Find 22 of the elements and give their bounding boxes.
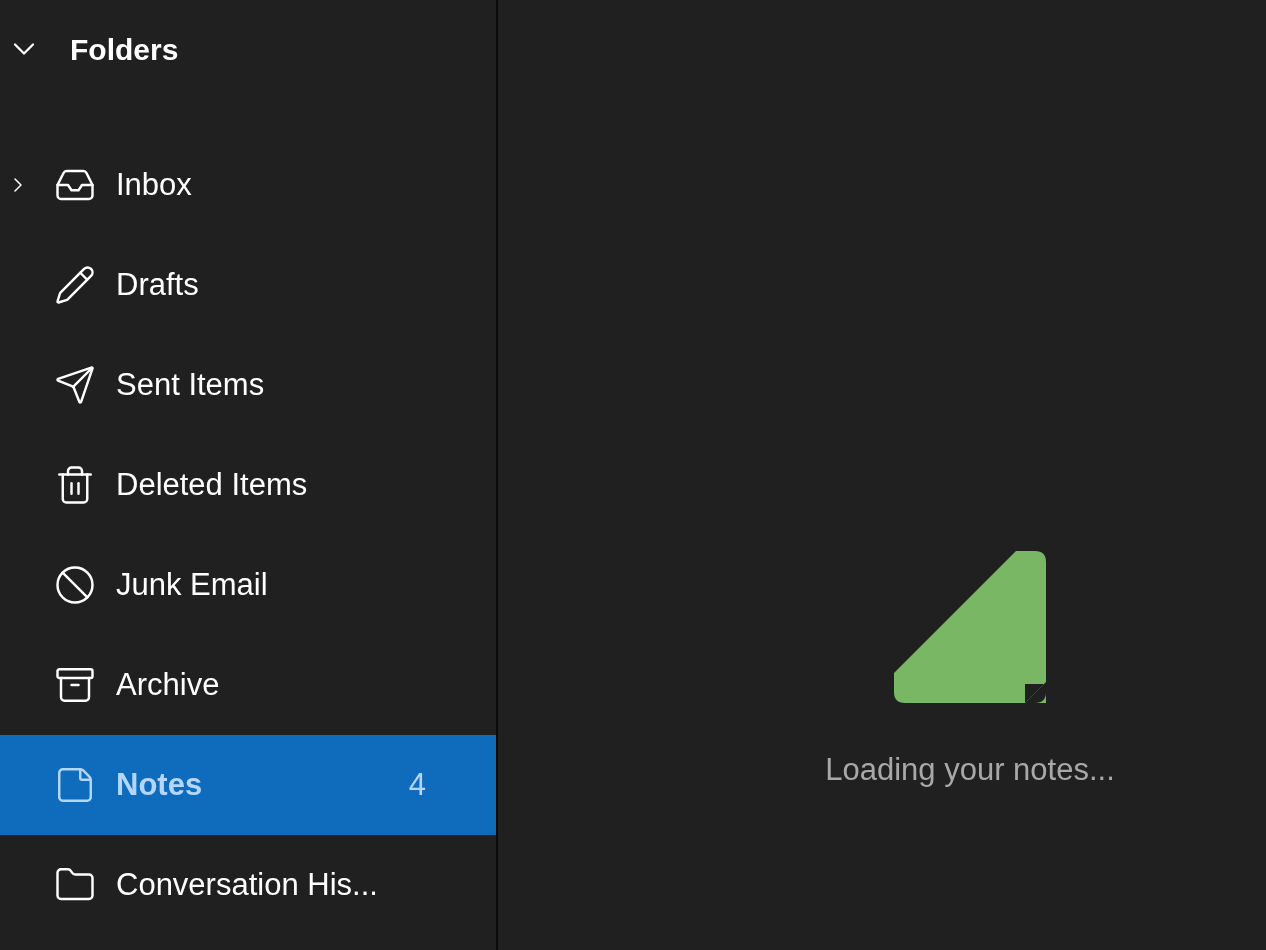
- paper-plane-icon: [54, 364, 96, 406]
- unread-count: 4: [408, 765, 426, 804]
- folder-item[interactable]: Inbox: [0, 135, 496, 235]
- folder-label: Sent Items: [116, 365, 266, 404]
- folder-item[interactable]: Archive: [0, 635, 496, 735]
- folder-label: Drafts: [116, 265, 200, 304]
- folder-label: Conversation His...: [116, 865, 379, 904]
- folder-label: Notes: [116, 765, 204, 804]
- folder-item[interactable]: Conversation His...: [0, 835, 496, 935]
- folder-item[interactable]: Junk Email: [0, 535, 496, 635]
- folder-label: Deleted Items: [116, 465, 309, 504]
- folder-item[interactable]: Deleted Items: [0, 435, 496, 535]
- folder-item[interactable]: Drafts: [0, 235, 496, 335]
- folders-header[interactable]: Folders: [0, 0, 496, 98]
- loading-message: Loading your notes...: [825, 751, 1115, 789]
- folder-item[interactable]: Notes 4: [0, 735, 496, 835]
- folder-label: Archive: [116, 665, 221, 704]
- folder-label: Inbox: [116, 165, 193, 204]
- prohibited-icon: [54, 564, 96, 606]
- pencil-icon: [54, 264, 96, 306]
- folder-label: Junk Email: [116, 565, 269, 604]
- folder-item[interactable]: Sent Items: [0, 335, 496, 435]
